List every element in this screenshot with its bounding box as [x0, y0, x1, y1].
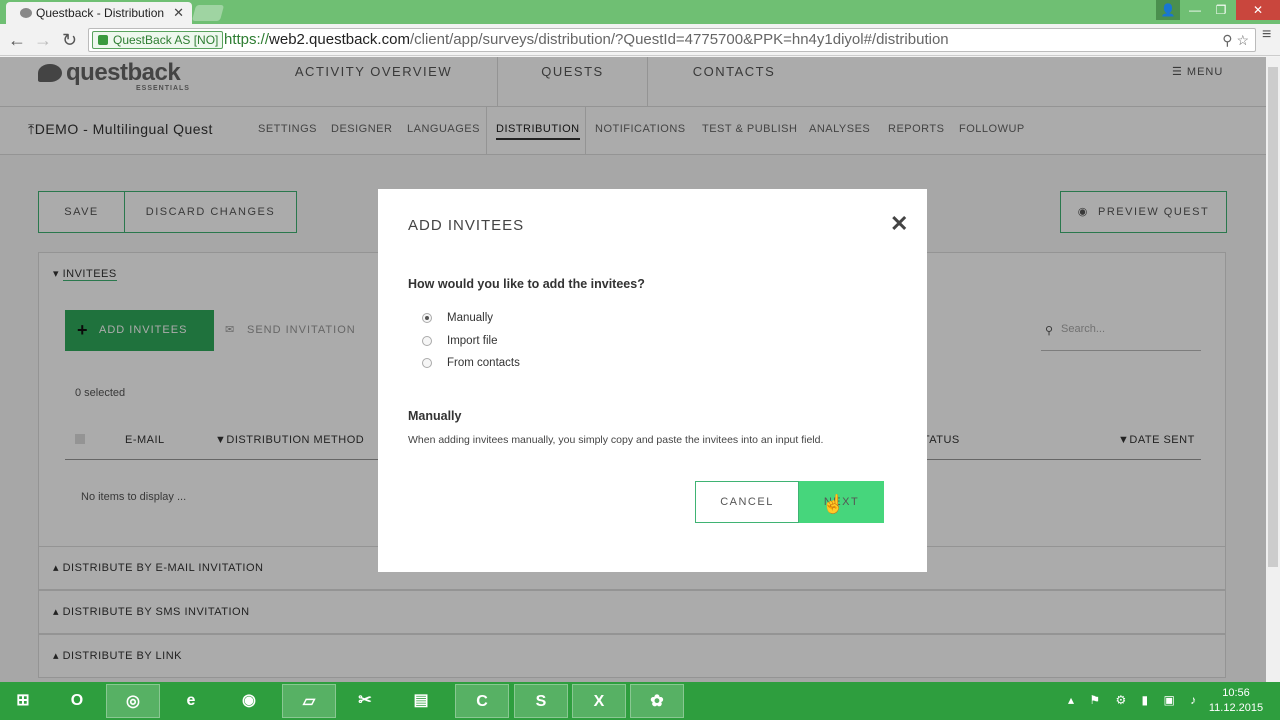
url-domain: web2.questback.com — [269, 31, 410, 48]
modal-title: ADD INVITEES — [408, 217, 525, 234]
page-scrollbar[interactable] — [1266, 57, 1280, 682]
lock-icon — [98, 35, 108, 45]
maximize-button[interactable]: ❐ — [1208, 0, 1234, 20]
clock-date: 11.12.2015 — [1208, 702, 1264, 714]
description-title: Manually — [408, 409, 462, 423]
tab-title: Questback - Distribution — [36, 6, 165, 20]
window-close-button[interactable]: ✕ — [1236, 0, 1280, 20]
system-clock[interactable]: 10:56 11.12.2015 — [1206, 686, 1266, 716]
internet-explorer-icon[interactable]: e — [164, 684, 218, 718]
radio-import-file[interactable] — [422, 336, 432, 346]
search-icon[interactable]: ⚲ — [1222, 32, 1232, 48]
radio-manually[interactable] — [422, 313, 432, 323]
browser-tab[interactable]: Questback - Distribution ✕ — [6, 2, 192, 24]
file-explorer-icon[interactable]: ▤ — [394, 684, 448, 718]
secure-badge[interactable]: QuestBack AS [NO] — [92, 31, 224, 49]
back-icon[interactable]: ← — [8, 30, 26, 51]
system-tray[interactable]: ▴ ⚑ ⚙ ▮ ▣ ♪ — [1068, 693, 1202, 707]
forward-icon[interactable]: → — [34, 30, 52, 51]
scrollbar-thumb[interactable] — [1268, 67, 1278, 567]
close-icon[interactable]: ✕ — [890, 211, 908, 237]
excel-icon[interactable]: X — [572, 684, 626, 718]
clock-time: 10:56 — [1222, 687, 1250, 699]
snipping-tool-icon[interactable]: ✂ — [338, 684, 392, 718]
omnibox-icons: ⚲ ☆ — [1222, 29, 1249, 51]
camtasia-icon[interactable]: C — [455, 684, 509, 718]
browser-menu-icon[interactable]: ≡ — [1262, 26, 1271, 44]
url-text[interactable]: https://web2.questback.com/client/app/su… — [224, 29, 949, 51]
minimize-button[interactable]: — — [1182, 0, 1208, 20]
radio-from-contacts[interactable] — [422, 358, 432, 368]
new-tab-button[interactable] — [191, 5, 225, 21]
bookmark-star-icon[interactable]: ☆ — [1236, 32, 1249, 48]
add-invitees-modal: ADD INVITEES ✕ How would you like to add… — [378, 189, 927, 572]
questback-favicon-icon — [20, 8, 32, 18]
hand-cursor-icon: ☝ — [822, 494, 845, 514]
firefox-icon[interactable]: ◉ — [222, 684, 276, 718]
cancel-button[interactable]: CANCEL — [695, 481, 799, 523]
url-path: /client/app/surveys/distribution/?QuestI… — [409, 31, 949, 48]
browser-tab-bar: Questback - Distribution ✕ 👤 — ❐ ✕ — [0, 0, 1280, 24]
app-window-icon[interactable]: ▱ — [282, 684, 336, 718]
user-icon[interactable]: 👤 — [1156, 0, 1180, 20]
url-scheme: https:// — [224, 31, 270, 48]
windows-start-icon[interactable]: ⊞ — [0, 684, 46, 718]
reload-icon[interactable]: ↻ — [62, 30, 77, 51]
tab-close-icon[interactable]: ✕ — [173, 5, 184, 21]
windows-taskbar: ⊞ O ◎ e ◉ ▱ ✂ ▤ C S X ✿ ▴ ⚑ ⚙ ▮ ▣ ♪ 10:5… — [0, 682, 1280, 720]
address-bar[interactable]: QuestBack AS [NO] https://web2.questback… — [88, 28, 1256, 52]
skype-icon[interactable]: S — [514, 684, 568, 718]
browser-toolbar: ← → ↻ QuestBack AS [NO] https://web2.que… — [0, 24, 1280, 56]
chrome-icon[interactable]: ◎ — [106, 684, 160, 718]
outlook-icon[interactable]: O — [50, 684, 104, 718]
flower-app-icon[interactable]: ✿ — [630, 684, 684, 718]
description-text: When adding invitees manually, you simpl… — [408, 434, 824, 446]
modal-question: How would you like to add the invitees? — [408, 277, 645, 291]
